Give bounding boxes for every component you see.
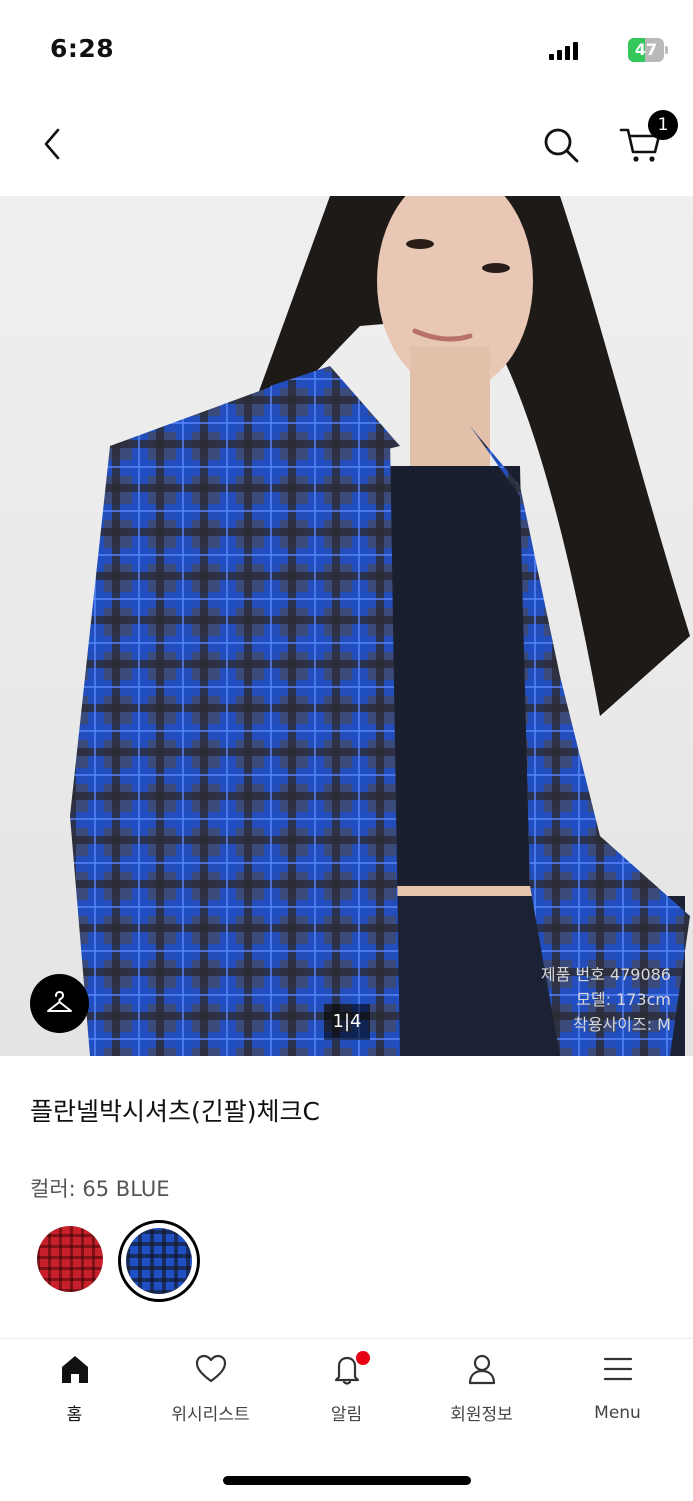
cart-count-badge: 1 bbox=[648, 110, 678, 140]
home-icon bbox=[61, 1356, 88, 1383]
color-label: 컬러: 65 BLUE bbox=[30, 1177, 170, 1201]
tab-home[interactable]: 홈 bbox=[7, 1352, 142, 1432]
menu-icon bbox=[603, 1357, 632, 1381]
notification-dot bbox=[356, 1351, 370, 1365]
swatch-red-check[interactable] bbox=[37, 1226, 103, 1292]
image-pager: 1|4 bbox=[324, 1004, 370, 1040]
tab-menu[interactable]: Menu bbox=[550, 1352, 685, 1432]
tab-label-menu: Menu bbox=[594, 1403, 641, 1423]
tab-member-info[interactable]: 회원정보 bbox=[414, 1352, 549, 1432]
swatch-blue-check[interactable] bbox=[126, 1228, 192, 1294]
user-icon bbox=[468, 1354, 495, 1385]
tab-label-notifications: 알림 bbox=[330, 1405, 363, 1425]
hanger-icon bbox=[47, 991, 72, 1012]
battery-icon: 47 bbox=[628, 38, 668, 62]
heart-icon bbox=[195, 1354, 226, 1383]
battery-level: 47 bbox=[634, 40, 658, 59]
tab-label-home: 홈 bbox=[66, 1405, 83, 1425]
product-title: 플란넬박시셔츠(긴팔)체크C bbox=[30, 1097, 320, 1126]
tab-wishlist[interactable]: 위시리스트 bbox=[143, 1352, 278, 1432]
back-button[interactable] bbox=[38, 124, 68, 164]
search-icon bbox=[544, 128, 579, 163]
model-photo bbox=[70, 196, 690, 1056]
model-height: 모델: 173cm bbox=[576, 990, 671, 1009]
tab-notifications[interactable]: 알림 bbox=[279, 1352, 414, 1432]
status-time: 6:28 bbox=[50, 34, 115, 63]
model-info: 제품 번호 479086 모델: 173cm 착용사이즈: M bbox=[541, 962, 671, 1037]
product-number: 제품 번호 479086 bbox=[540, 965, 671, 984]
model-size: 착용사이즈: M bbox=[573, 1015, 671, 1034]
status-bar: 6:28 47 bbox=[0, 0, 693, 100]
signal-icon bbox=[549, 40, 578, 60]
product-image[interactable] bbox=[0, 196, 693, 1056]
chevron-left-icon bbox=[44, 128, 60, 160]
tab-label-wishlist: 위시리스트 bbox=[171, 1405, 250, 1425]
home-indicator bbox=[223, 1476, 471, 1485]
search-button[interactable] bbox=[540, 124, 582, 166]
top-nav bbox=[0, 100, 693, 196]
tab-label-member-info: 회원정보 bbox=[450, 1405, 513, 1425]
fitting-button[interactable] bbox=[30, 974, 89, 1033]
